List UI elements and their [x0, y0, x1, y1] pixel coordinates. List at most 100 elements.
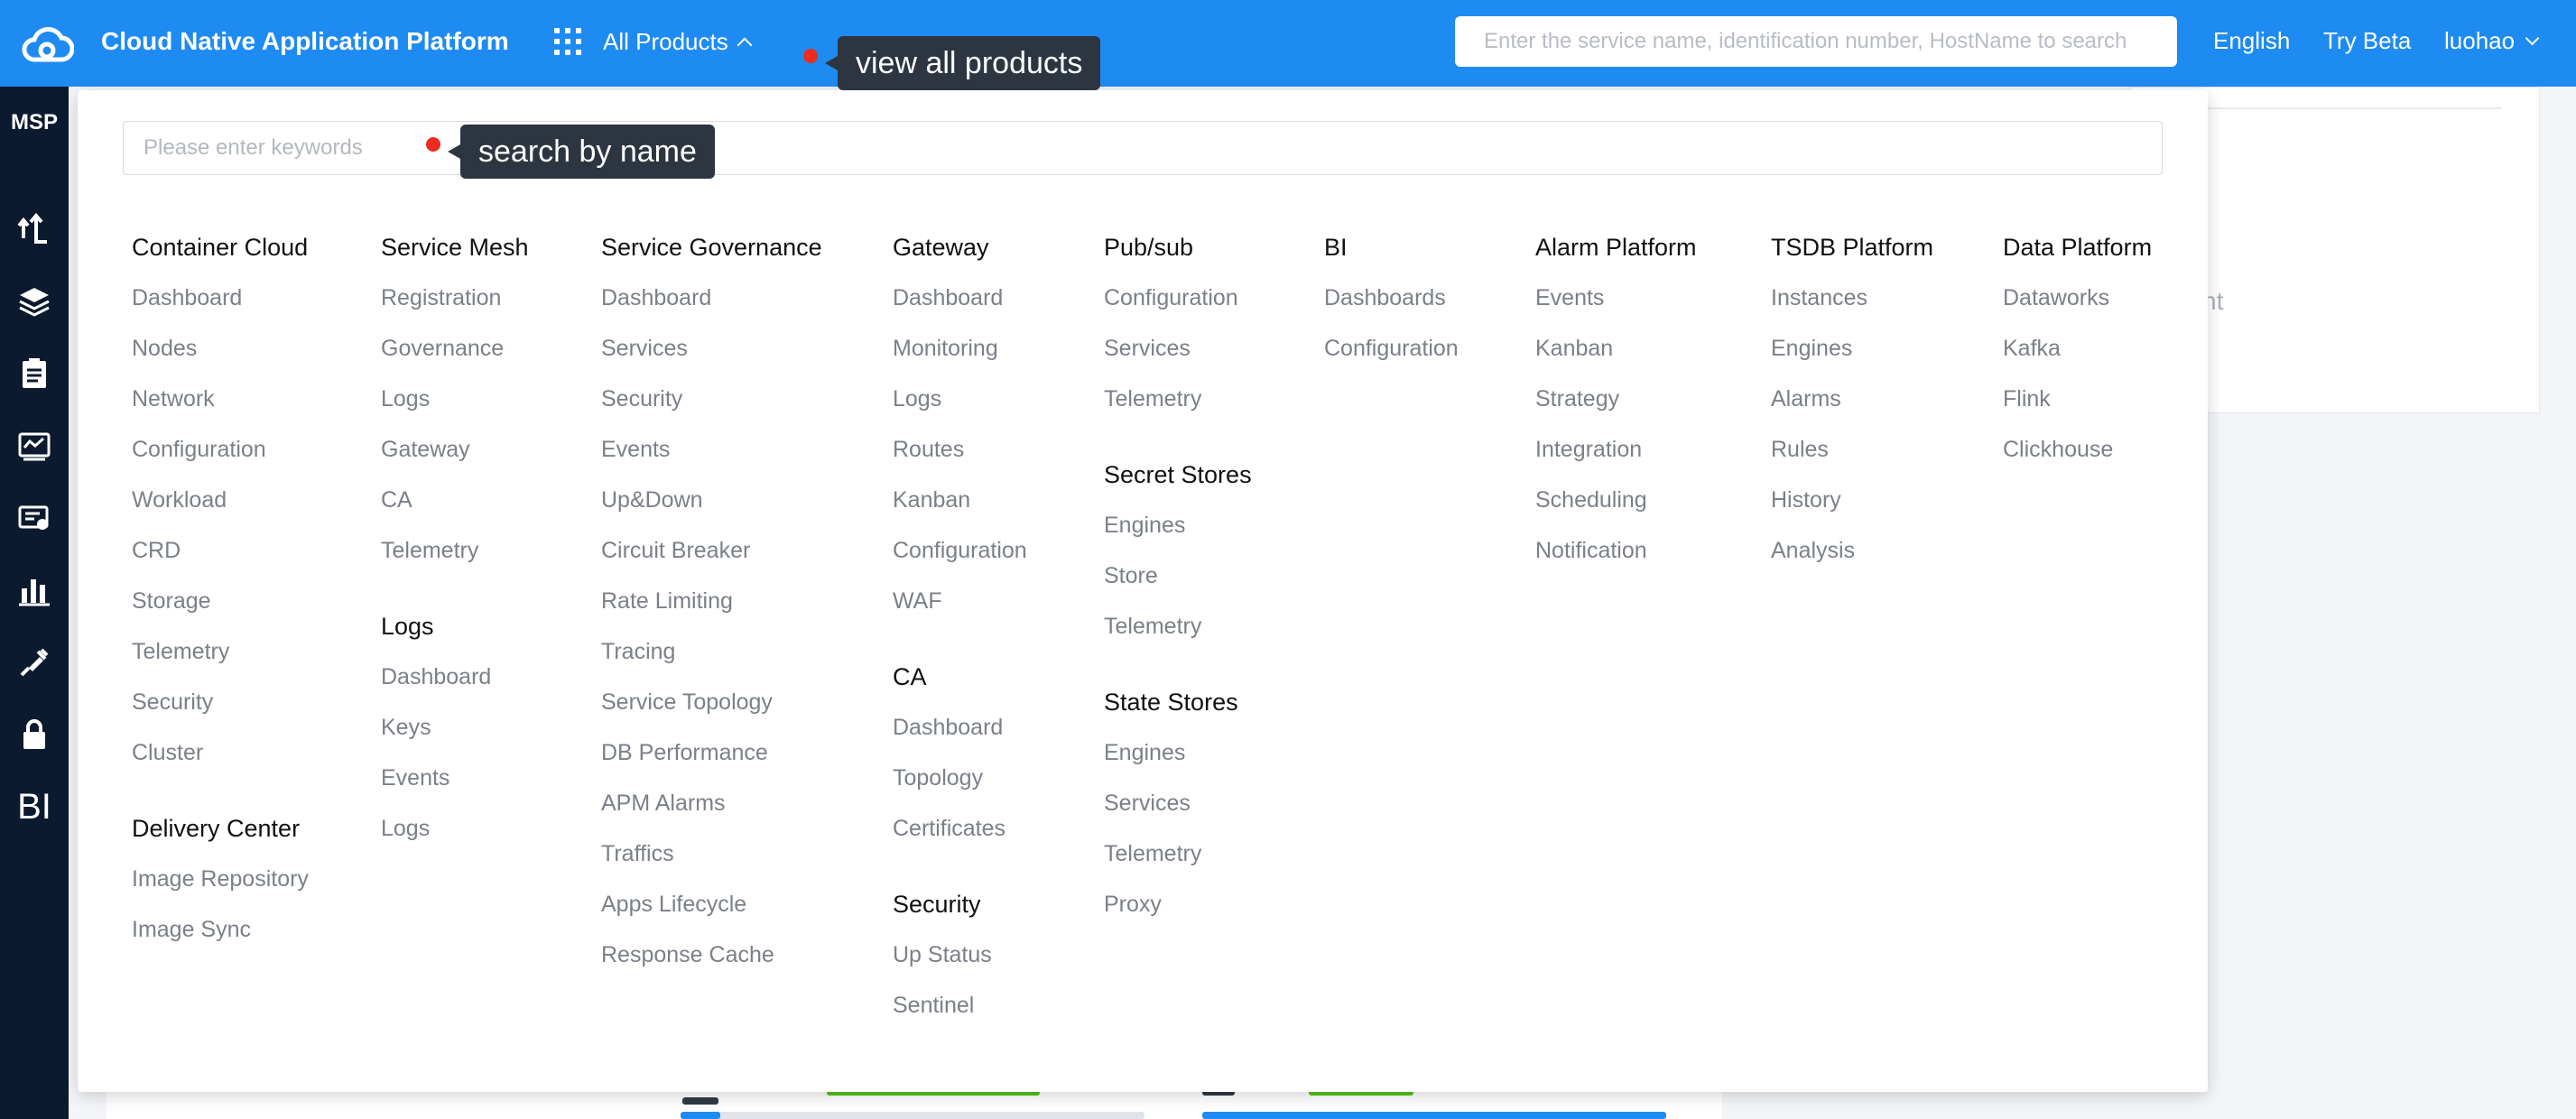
product-group-title: Service Governance: [601, 234, 822, 261]
product-group-title: Secret Stores: [1104, 461, 1252, 488]
product-menu-item[interactable]: Storage: [132, 576, 309, 626]
product-menu-item[interactable]: Cluster: [132, 727, 309, 778]
language-selector[interactable]: English: [2213, 27, 2290, 55]
product-menu-item[interactable]: Circuit Breaker: [601, 525, 822, 576]
product-menu-item[interactable]: Service Topology: [601, 677, 822, 727]
product-menu-item[interactable]: Up Status: [893, 929, 1027, 980]
product-menu-item[interactable]: Certificates: [893, 803, 1027, 854]
product-menu-item[interactable]: Dashboard: [381, 652, 529, 702]
certificate-icon[interactable]: [9, 493, 60, 543]
product-menu-item[interactable]: Notification: [1535, 525, 1697, 576]
layers-icon[interactable]: [9, 276, 60, 327]
bi-icon[interactable]: BI: [9, 781, 60, 832]
product-menu-item[interactable]: Configuration: [1324, 323, 1459, 374]
product-menu-item[interactable]: Workload: [132, 475, 309, 525]
all-products-button[interactable]: All Products: [554, 23, 753, 60]
product-menu-item[interactable]: Events: [1535, 273, 1697, 323]
plug-icon[interactable]: [9, 637, 60, 688]
product-menu-item[interactable]: Telemetry: [1104, 374, 1252, 424]
product-menu-item[interactable]: Tracing: [601, 626, 822, 677]
product-menu-item[interactable]: Registration: [381, 273, 529, 323]
global-search-input[interactable]: [1455, 16, 2177, 67]
product-menu-item[interactable]: DB Performance: [601, 727, 822, 778]
user-menu[interactable]: luohao: [2444, 27, 2540, 55]
product-menu-item[interactable]: Events: [601, 424, 822, 475]
product-menu-item[interactable]: Rate Limiting: [601, 576, 822, 626]
product-menu-item[interactable]: Clickhouse: [2003, 424, 2152, 475]
product-menu-item[interactable]: Security: [132, 677, 309, 727]
product-menu-item[interactable]: Nodes: [132, 323, 309, 374]
product-menu-item[interactable]: Configuration: [1104, 273, 1252, 323]
product-menu-item[interactable]: Instances: [1771, 273, 1933, 323]
product-menu-item[interactable]: Store: [1104, 550, 1252, 601]
product-menu-item[interactable]: Monitoring: [893, 323, 1027, 374]
background-tag: [682, 1097, 718, 1105]
product-menu-item[interactable]: Integration: [1535, 424, 1697, 475]
product-menu-item[interactable]: Proxy: [1104, 879, 1252, 929]
deploy-icon[interactable]: [9, 204, 60, 254]
product-menu-item[interactable]: Configuration: [132, 424, 309, 475]
product-menu-item[interactable]: Kanban: [893, 475, 1027, 525]
product-menu-item[interactable]: Routes: [893, 424, 1027, 475]
all-products-marker: [803, 49, 818, 63]
product-menu-item[interactable]: Kanban: [1535, 323, 1697, 374]
product-column: TSDB Platform Instances Engines Alarms Rules…: [1771, 222, 1933, 576]
product-menu-item[interactable]: CA: [381, 475, 529, 525]
bar-chart-icon[interactable]: [9, 565, 60, 615]
product-menu-item[interactable]: Flink: [2003, 374, 2152, 424]
product-menu-item[interactable]: Keys: [381, 702, 529, 753]
product-menu-item[interactable]: Traffics: [601, 828, 822, 879]
product-menu-item[interactable]: Dataworks: [2003, 273, 2152, 323]
product-menu-item[interactable]: Analysis: [1771, 525, 1933, 576]
product-menu-item[interactable]: Scheduling: [1535, 475, 1697, 525]
product-menu-item[interactable]: Rules: [1771, 424, 1933, 475]
product-menu-item[interactable]: Telemetry: [132, 626, 309, 677]
product-menu-item[interactable]: Image Sync: [132, 904, 309, 955]
product-menu-item[interactable]: Engines: [1104, 500, 1252, 550]
product-menu-item[interactable]: Kafka: [2003, 323, 2152, 374]
product-menu-item[interactable]: Response Cache: [601, 929, 822, 980]
product-menu-item[interactable]: Apps Lifecycle: [601, 879, 822, 929]
product-menu-item[interactable]: Network: [132, 374, 309, 424]
product-menu-item[interactable]: Engines: [1771, 323, 1933, 374]
product-menu-item[interactable]: Image Repository: [132, 854, 309, 904]
product-menu-item[interactable]: Strategy: [1535, 374, 1697, 424]
product-menu-item[interactable]: Governance: [381, 323, 529, 374]
monitor-icon[interactable]: [9, 421, 60, 471]
lock-icon[interactable]: [9, 709, 60, 760]
product-menu-item[interactable]: Services: [1104, 778, 1252, 828]
product-menu-item[interactable]: APM Alarms: [601, 778, 822, 828]
product-column: Service Governance Dashboard Services Secur…: [601, 222, 822, 980]
product-menu-item[interactable]: Dashboard: [893, 702, 1027, 753]
product-menu-item[interactable]: Services: [1104, 323, 1252, 374]
product-menu-item[interactable]: Dashboard: [601, 273, 822, 323]
product-menu-item[interactable]: Telemetry: [381, 525, 529, 576]
product-menu-item[interactable]: Logs: [381, 803, 529, 854]
product-menu-item[interactable]: Security: [601, 374, 822, 424]
clipboard-icon[interactable]: [9, 348, 60, 399]
product-menu-item[interactable]: WAF: [893, 576, 1027, 626]
product-menu-item[interactable]: Dashboard: [132, 273, 309, 323]
product-group-title: Alarm Platform: [1535, 234, 1697, 261]
product-group-title: Data Platform: [2003, 234, 2153, 261]
product-menu-item[interactable]: History: [1771, 475, 1933, 525]
product-menu-item[interactable]: Sentinel: [893, 980, 1027, 1031]
product-menu-item[interactable]: Services: [601, 323, 822, 374]
product-menu-item[interactable]: Engines: [1104, 727, 1252, 778]
product-menu-item[interactable]: Dashboard: [893, 273, 1027, 323]
try-beta-link[interactable]: Try Beta: [2323, 27, 2411, 55]
product-menu-item[interactable]: Telemetry: [1104, 828, 1252, 879]
product-menu-item[interactable]: Configuration: [893, 525, 1027, 576]
product-menu-item[interactable]: Logs: [381, 374, 529, 424]
product-menu-item[interactable]: Dashboards: [1324, 273, 1459, 323]
product-menu-item[interactable]: Telemetry: [1104, 601, 1252, 652]
product-menu-item[interactable]: Alarms: [1771, 374, 1933, 424]
product-menu-item[interactable]: Events: [381, 753, 529, 803]
product-menu-item[interactable]: Topology: [893, 753, 1027, 803]
product-menu-item[interactable]: Gateway: [381, 424, 529, 475]
cloud-logo-icon[interactable]: [20, 18, 74, 69]
product-menu-item[interactable]: Up&Down: [601, 475, 822, 525]
product-menu-item[interactable]: Logs: [893, 374, 1027, 424]
product-menu-item[interactable]: CRD: [132, 525, 309, 576]
